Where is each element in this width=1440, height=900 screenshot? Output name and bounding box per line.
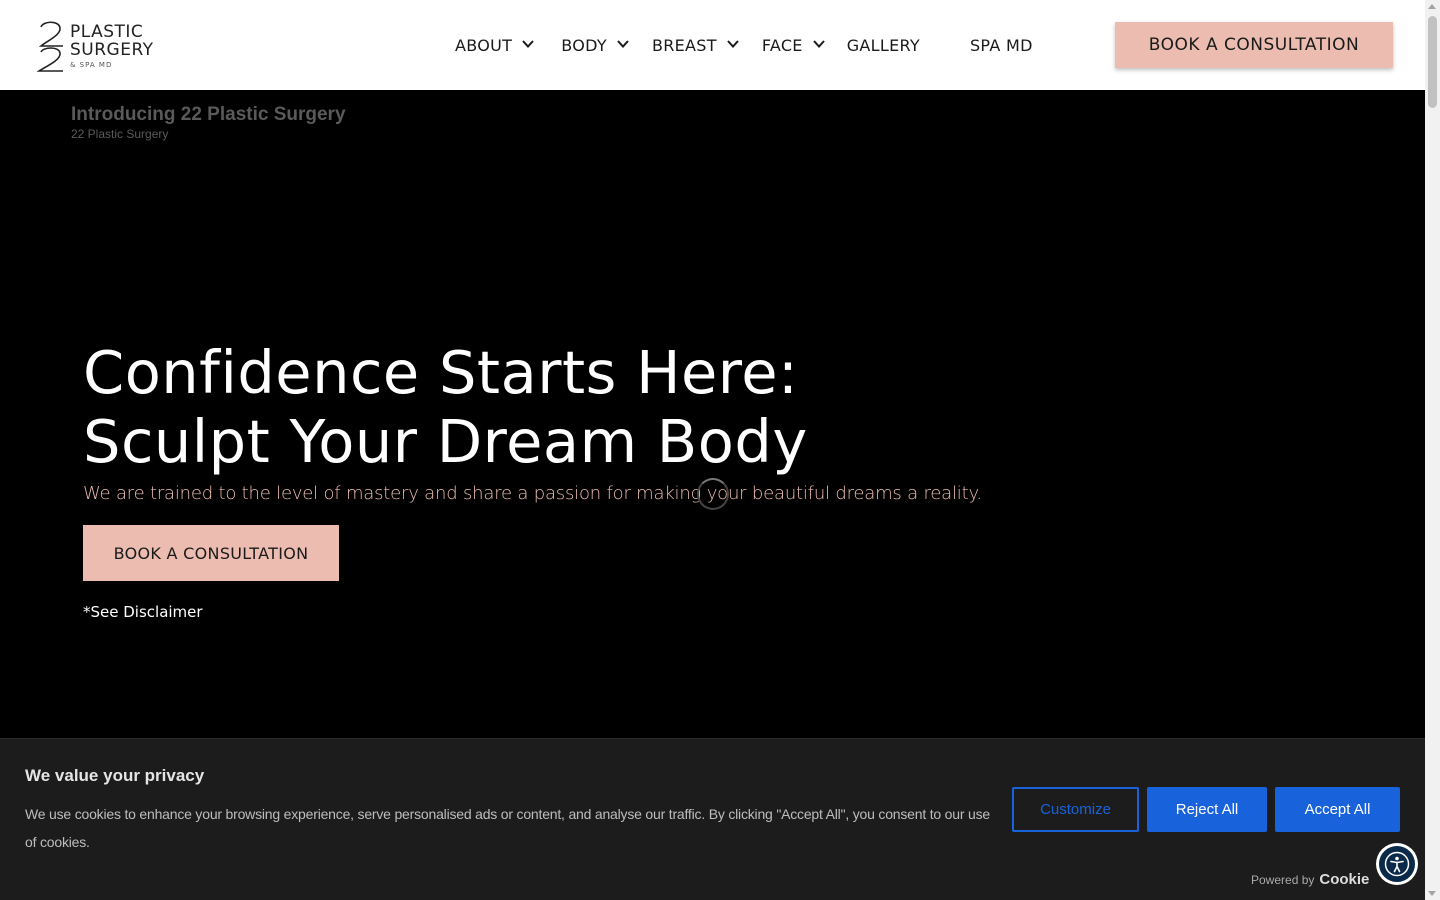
cookie-banner: We value your privacy We use cookies to … bbox=[0, 738, 1425, 900]
disclaimer-link[interactable]: *See Disclaimer bbox=[83, 603, 203, 621]
hero-headline-line2: Sculpt Your Dream Body bbox=[83, 407, 808, 476]
powered-by-label: Powered by bbox=[1251, 872, 1315, 887]
nav-item-face[interactable]: FACE bbox=[762, 36, 826, 55]
cookie-customize-button[interactable]: Customize bbox=[1012, 787, 1139, 832]
powered-by[interactable]: Powered by Cookie bbox=[1251, 871, 1369, 888]
nav-item-label: BREAST bbox=[651, 35, 717, 55]
nav-item-label: FACE bbox=[761, 35, 803, 55]
scrollbar[interactable] bbox=[1425, 0, 1440, 900]
site-header: PLASTIC SURGERY & SPA MD ABOUT BODY BREA… bbox=[0, 0, 1425, 90]
accessibility-icon bbox=[1379, 846, 1415, 882]
nav-item-about[interactable]: ABOUT bbox=[455, 36, 535, 55]
hero-book-consultation-button[interactable]: BOOK A CONSULTATION bbox=[83, 525, 339, 581]
powered-by-brand: Cookie bbox=[1319, 871, 1370, 888]
chevron-down-icon bbox=[812, 39, 825, 48]
nav-item-label: SPA MD bbox=[969, 35, 1033, 55]
cookie-title: We value your privacy bbox=[25, 766, 205, 785]
video-title[interactable]: Introducing 22 Plastic Surgery bbox=[71, 104, 346, 126]
hero-headline: Confidence Starts Here: Sculpt Your Drea… bbox=[83, 338, 808, 476]
nav-item-spa-md[interactable]: SPA MD bbox=[970, 36, 1033, 55]
chevron-down-icon bbox=[617, 39, 629, 48]
chevron-down-icon bbox=[522, 39, 534, 48]
logo-line-spa: & SPA MD bbox=[70, 60, 113, 69]
logo-line-surgery: SURGERY bbox=[70, 39, 154, 60]
nav-item-label: GALLERY bbox=[846, 35, 920, 55]
scroll-thumb[interactable] bbox=[1428, 16, 1437, 108]
logo-22-icon bbox=[37, 21, 63, 72]
nav-item-label: ABOUT bbox=[455, 35, 513, 55]
chevron-down-icon bbox=[727, 39, 739, 48]
nav-item-body[interactable]: BODY bbox=[561, 36, 630, 55]
spinner-icon bbox=[697, 478, 729, 510]
nav-item-breast[interactable]: BREAST bbox=[652, 36, 740, 55]
site-logo[interactable]: PLASTIC SURGERY & SPA MD bbox=[37, 18, 172, 74]
accessibility-button[interactable] bbox=[1376, 843, 1418, 885]
scroll-down-arrow-icon[interactable] bbox=[1428, 891, 1436, 896]
main-nav: ABOUT BODY BREAST FACE GALLERY SPA MD bbox=[455, 0, 1033, 90]
scroll-up-arrow-icon[interactable] bbox=[1428, 4, 1436, 9]
logo-line-plastic: PLASTIC bbox=[70, 21, 144, 42]
nav-item-gallery[interactable]: GALLERY bbox=[847, 36, 920, 55]
accessibility-figure-icon bbox=[1384, 851, 1410, 877]
hero-tagline: We are trained to the level of mastery a… bbox=[83, 483, 982, 504]
header-book-consultation-button[interactable]: BOOK A CONSULTATION bbox=[1115, 22, 1393, 68]
hero-headline-line1: Confidence Starts Here: bbox=[83, 338, 799, 407]
cookie-text: We use cookies to enhance your browsing … bbox=[25, 806, 990, 850]
cookie-reject-all-button[interactable]: Reject All bbox=[1147, 787, 1267, 832]
video-channel[interactable]: 22 Plastic Surgery bbox=[71, 127, 168, 141]
nav-item-label: BODY bbox=[561, 35, 607, 55]
logo-text: PLASTIC SURGERY & SPA MD bbox=[70, 21, 154, 69]
cookie-accept-all-button[interactable]: Accept All bbox=[1275, 787, 1400, 832]
